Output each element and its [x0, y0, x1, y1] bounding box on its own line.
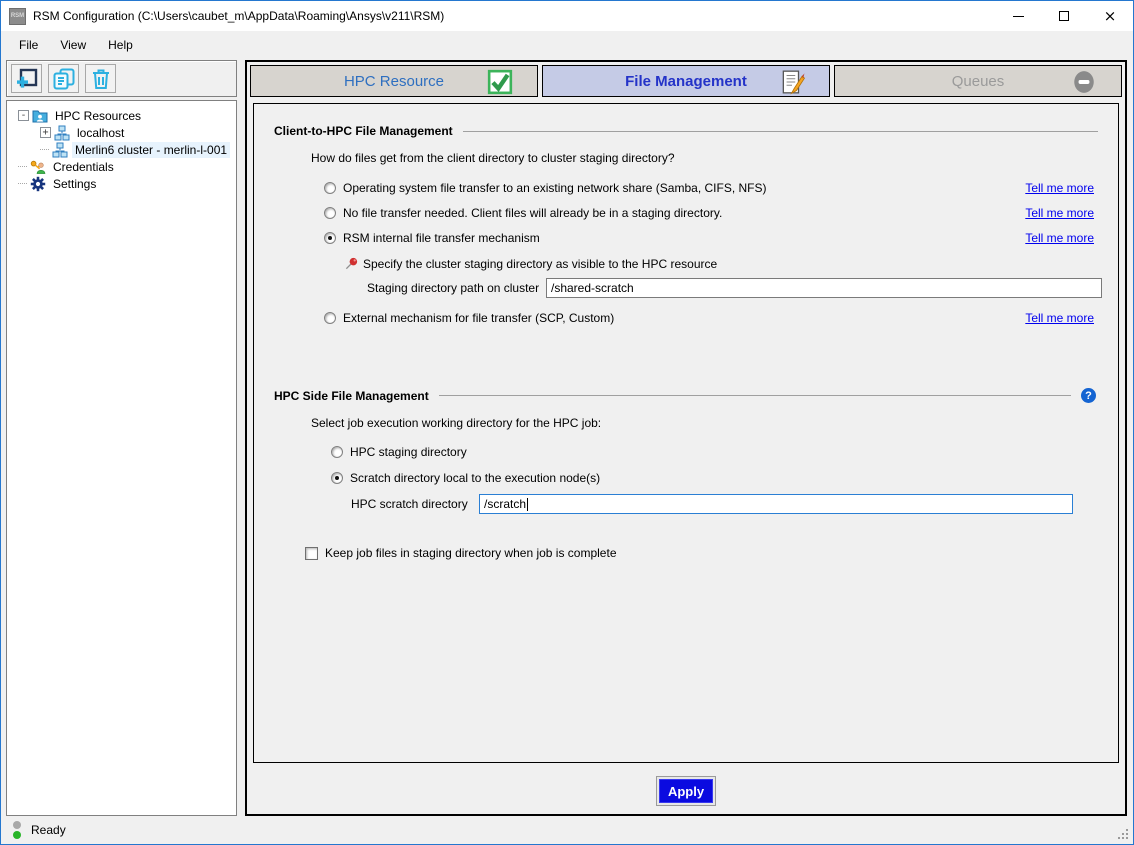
status-gray-dot	[13, 821, 21, 829]
tab-bar: HPC Resource File Management	[247, 62, 1125, 99]
title-bar: RSM RSM Configuration (C:\Users\caubet_m…	[1, 1, 1133, 31]
tree-connector	[40, 149, 49, 150]
tell-me-more-link[interactable]: Tell me more	[1025, 181, 1094, 195]
radio-no-transfer[interactable]	[324, 207, 336, 219]
hpc-section-title: HPC Side File Management	[274, 389, 429, 403]
tab-hpc-resource[interactable]: HPC Resource	[250, 65, 538, 97]
text-caret	[527, 498, 528, 511]
tree-item-label: Credentials	[50, 159, 117, 175]
delete-resource-button[interactable]	[85, 64, 116, 93]
resource-sidebar: - HPC Resources +	[6, 60, 237, 816]
radio-scratch-local[interactable]	[331, 472, 343, 484]
collapse-expander-icon[interactable]: -	[18, 110, 29, 121]
resource-tree: - HPC Resources +	[6, 100, 237, 816]
window-title: RSM Configuration (C:\Users\caubet_m\App…	[33, 9, 444, 23]
trash-icon	[89, 67, 113, 91]
copy-icon	[52, 67, 76, 91]
cluster-icon	[52, 142, 68, 158]
maximize-icon	[1059, 11, 1069, 21]
staging-directory-note: Specify the cluster staging directory as…	[344, 256, 1118, 271]
configuration-panel: HPC Resource File Management	[245, 60, 1127, 816]
help-icon[interactable]: ?	[1081, 388, 1096, 403]
scratch-directory-label: HPC scratch directory	[351, 497, 479, 511]
tree-connector	[18, 166, 27, 167]
tab-label: Queues	[952, 73, 1005, 90]
option-hpc-staging: HPC staging directory	[331, 445, 1118, 459]
disabled-minus-icon	[1071, 69, 1097, 95]
resize-grip[interactable]	[1126, 837, 1128, 839]
menu-help[interactable]: Help	[97, 33, 144, 57]
staging-path-label: Staging directory path on cluster	[367, 281, 546, 295]
expand-expander-icon[interactable]: +	[40, 127, 51, 138]
credentials-icon	[30, 159, 46, 175]
tree-item-settings[interactable]: Settings	[18, 175, 234, 192]
option-external-mechanism: External mechanism for file transfer (SC…	[324, 311, 1118, 325]
rsm-configuration-window: RSM RSM Configuration (C:\Users\caubet_m…	[0, 0, 1134, 845]
radio-hpc-staging[interactable]	[331, 446, 343, 458]
option-os-file-transfer: Operating system file transfer to an exi…	[324, 181, 1118, 195]
client-question: How do files get from the client directo…	[311, 151, 1118, 165]
tree-connector	[18, 183, 27, 184]
keep-files-row: Keep job files in staging directory when…	[305, 546, 1118, 560]
close-button[interactable]: ×	[1087, 1, 1133, 31]
hpc-resources-folder-icon	[32, 108, 48, 124]
staging-path-input[interactable]: /shared-scratch	[546, 278, 1102, 298]
section-divider	[439, 395, 1071, 396]
tree-item-hpc-resources[interactable]: - HPC Resources	[18, 107, 234, 124]
close-icon: ×	[1104, 11, 1117, 21]
edit-document-icon	[779, 69, 805, 95]
keep-files-checkbox[interactable]	[305, 547, 318, 560]
menu-view[interactable]: View	[49, 33, 97, 57]
status-text: Ready	[31, 823, 66, 837]
tab-label: File Management	[625, 73, 747, 90]
maximize-button[interactable]	[1041, 1, 1087, 31]
tell-me-more-link[interactable]: Tell me more	[1025, 311, 1094, 325]
green-check-icon	[487, 69, 513, 95]
pushpin-icon	[344, 256, 359, 271]
option-no-transfer: No file transfer needed. Client files wi…	[324, 206, 1118, 220]
section-divider	[463, 131, 1098, 132]
rsm-logo-icon: RSM	[9, 8, 26, 25]
radio-rsm-internal[interactable]	[324, 232, 336, 244]
status-green-dot	[13, 831, 21, 839]
radio-external-mechanism[interactable]	[324, 312, 336, 324]
tab-label: HPC Resource	[344, 73, 444, 90]
apply-button[interactable]: Apply	[659, 779, 713, 803]
tree-item-label: HPC Resources	[52, 108, 144, 124]
radio-os-file-transfer[interactable]	[324, 182, 336, 194]
option-scratch-local: Scratch directory local to the execution…	[331, 471, 1118, 485]
staging-path-row: Staging directory path on cluster /share…	[367, 278, 1118, 298]
menu-file[interactable]: File	[8, 33, 49, 57]
tree-item-localhost[interactable]: + localhost	[40, 124, 234, 141]
tree-item-merlin6-cluster[interactable]: Merlin6 cluster - merlin-l-001	[40, 141, 234, 158]
tree-item-label: Settings	[50, 176, 99, 192]
apply-area: Apply	[247, 768, 1125, 814]
tree-item-label: localhost	[74, 125, 127, 141]
minimize-button[interactable]	[995, 1, 1041, 31]
add-resource-button[interactable]	[11, 64, 42, 93]
status-bar: Ready	[1, 816, 1133, 844]
menu-bar: File View Help	[1, 31, 1133, 58]
scratch-directory-input[interactable]: /scratch	[479, 494, 1073, 514]
file-management-form: Client-to-HPC File Management How do fil…	[253, 103, 1119, 763]
tab-file-management[interactable]: File Management	[542, 65, 830, 97]
duplicate-resource-button[interactable]	[48, 64, 79, 93]
tell-me-more-link[interactable]: Tell me more	[1025, 231, 1094, 245]
scratch-directory-row: HPC scratch directory /scratch	[351, 494, 1118, 514]
minimize-icon	[1013, 16, 1024, 17]
cluster-icon	[54, 125, 70, 141]
client-section-title: Client-to-HPC File Management	[274, 124, 453, 138]
tree-item-credentials[interactable]: Credentials	[18, 158, 234, 175]
tree-item-label: Merlin6 cluster - merlin-l-001	[72, 142, 230, 158]
add-icon	[15, 67, 39, 91]
resource-toolbar	[6, 60, 237, 97]
settings-gear-icon	[30, 176, 46, 192]
status-indicator-icon	[13, 821, 21, 839]
tab-queues[interactable]: Queues	[834, 65, 1122, 97]
hpc-question: Select job execution working directory f…	[311, 416, 1118, 430]
tell-me-more-link[interactable]: Tell me more	[1025, 206, 1094, 220]
option-rsm-internal: RSM internal file transfer mechanism Tel…	[324, 231, 1118, 245]
